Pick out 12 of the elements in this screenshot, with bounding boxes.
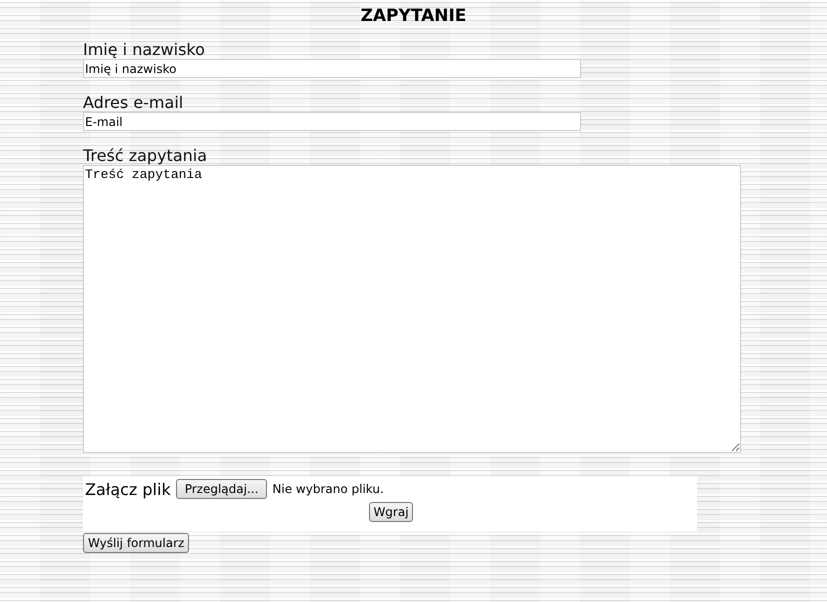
input-field[interactable]: Imię i nazwisko (83, 59, 581, 78)
input-field[interactable]: E-mail (83, 112, 581, 131)
field-label: Imię i nazwisko (83, 40, 205, 59)
attach-label: Załącz plik (85, 480, 171, 498)
upload-button[interactable]: Wgraj (369, 502, 413, 522)
field-label: Treść zapytania (83, 146, 208, 165)
browse-button[interactable]: Przeglądaj... (176, 479, 268, 499)
message-field[interactable]: Treść zapytania (83, 165, 741, 453)
submit-button[interactable]: Wyślij formularz (83, 533, 190, 553)
field-label: Adres e-mail (83, 93, 184, 112)
form-title: ZAPYTANIE (360, 5, 468, 27)
file-status: Nie wybrano pliku. (272, 482, 384, 496)
